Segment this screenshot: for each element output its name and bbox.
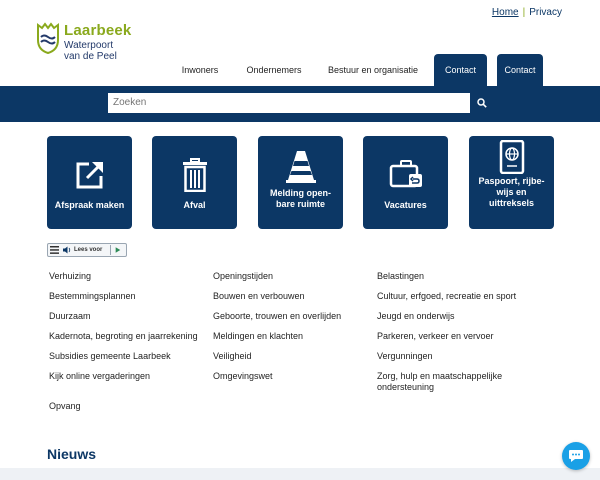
tile-label-line: bare ruimte bbox=[275, 199, 326, 209]
site-header: Laarbeek Waterpoort van de Peel Home | Pri… bbox=[0, 0, 600, 86]
tile-label: Paspoort, rijbe- wijs en uittreksels bbox=[473, 176, 550, 209]
link-zorg[interactable]: Zorg, hulp en maatschappelijke ondersteu… bbox=[377, 371, 502, 393]
link-openingstijden[interactable]: Openingstijden bbox=[213, 271, 273, 282]
play-icon[interactable] bbox=[110, 245, 124, 255]
search-band bbox=[0, 86, 600, 122]
tile-label: Afval bbox=[183, 200, 206, 210]
top-links-separator: | bbox=[522, 7, 526, 18]
main-nav: Inwoners Ondernemers Bestuur en organisa… bbox=[0, 54, 600, 86]
tile-afval[interactable]: Afval bbox=[152, 136, 237, 229]
nav-item-inwoners[interactable]: Inwoners bbox=[168, 54, 232, 86]
tile-label-line: wijs en bbox=[496, 187, 527, 197]
tile-label-line: Paspoort, rijbe- bbox=[478, 176, 545, 186]
link-bestemmingsplannen[interactable]: Bestemmingsplannen bbox=[49, 291, 136, 302]
traffic-cone-icon bbox=[285, 151, 316, 183]
link-opvang[interactable]: Opvang bbox=[49, 401, 81, 412]
tile-vacatures[interactable]: Vacatures bbox=[363, 136, 448, 229]
news-heading: Nieuws bbox=[47, 446, 97, 462]
link-veiligheid[interactable]: Veiligheid bbox=[213, 351, 252, 362]
link-omgevingswet[interactable]: Omgevingswet bbox=[213, 371, 273, 382]
read-aloud-label: Lees voor bbox=[74, 247, 103, 253]
tile-paspoort[interactable]: Paspoort, rijbe- wijs en uittreksels bbox=[469, 136, 554, 229]
tile-label: Melding open- bare ruimte bbox=[262, 188, 339, 210]
logo-name: Laarbeek bbox=[64, 22, 132, 39]
privacy-link[interactable]: Privacy bbox=[529, 7, 562, 18]
tile-melding-openbare-ruimte[interactable]: Melding open- bare ruimte bbox=[258, 136, 343, 229]
link-parkeren[interactable]: Parkeren, verkeer en vervoer bbox=[377, 331, 494, 342]
tile-label-line: uittreksels bbox=[488, 198, 535, 208]
external-link-icon bbox=[76, 161, 103, 189]
search-icon bbox=[477, 98, 487, 108]
link-online-vergaderingen[interactable]: Kijk online vergaderingen bbox=[49, 371, 150, 382]
nav-item-contact[interactable]: Contact bbox=[434, 54, 487, 86]
tile-label-line: Melding open- bbox=[270, 188, 331, 198]
link-zorg-line1: Zorg, hulp en maatschappelijke bbox=[377, 371, 503, 381]
link-bouwen[interactable]: Bouwen en verbouwen bbox=[213, 291, 305, 302]
nav-item-contact-secondary[interactable]: Contact bbox=[497, 54, 543, 86]
trash-can-icon bbox=[182, 158, 207, 192]
link-vergunningen[interactable]: Vergunningen bbox=[377, 351, 433, 362]
search-input[interactable] bbox=[108, 93, 470, 113]
shield-logo-icon bbox=[37, 22, 59, 54]
link-zorg-line2: ondersteuning bbox=[377, 382, 435, 392]
home-link[interactable]: Home bbox=[492, 7, 519, 18]
menu-icon[interactable] bbox=[50, 246, 59, 254]
passport-icon bbox=[499, 140, 524, 174]
briefcase-icon bbox=[389, 160, 422, 188]
nav-item-bestuur[interactable]: Bestuur en organisatie bbox=[318, 54, 428, 86]
search-button[interactable] bbox=[472, 93, 492, 113]
news-section-background bbox=[0, 468, 600, 480]
tile-afspraak-maken[interactable]: Afspraak maken bbox=[47, 136, 132, 229]
nav-item-ondernemers[interactable]: Ondernemers bbox=[238, 54, 310, 86]
link-jeugd[interactable]: Jeugd en onderwijs bbox=[377, 311, 455, 322]
top-links: Home | Privacy bbox=[492, 7, 562, 18]
link-meldingen[interactable]: Meldingen en klachten bbox=[213, 331, 303, 342]
link-geboorte[interactable]: Geboorte, trouwen en overlijden bbox=[213, 311, 341, 322]
logo-subtitle-line1: Waterpoort bbox=[64, 40, 114, 51]
link-belastingen[interactable]: Belastingen bbox=[377, 271, 424, 282]
link-subsidies[interactable]: Subsidies gemeente Laarbeek bbox=[49, 351, 171, 362]
speaker-icon bbox=[63, 246, 71, 254]
link-duurzaam[interactable]: Duurzaam bbox=[49, 311, 91, 322]
chat-bubble-icon bbox=[569, 450, 583, 462]
read-aloud-widget[interactable]: Lees voor bbox=[47, 243, 127, 257]
tile-label: Afspraak maken bbox=[54, 200, 125, 210]
link-cultuur[interactable]: Cultuur, erfgoed, recreatie en sport bbox=[377, 291, 516, 302]
page: Laarbeek Waterpoort van de Peel Home | Pri… bbox=[0, 0, 600, 480]
tile-label: Vacatures bbox=[384, 200, 427, 210]
chat-button[interactable] bbox=[562, 442, 590, 470]
link-kadernota[interactable]: Kadernota, begroting en jaarrekening bbox=[49, 331, 198, 342]
link-verhuizing[interactable]: Verhuizing bbox=[49, 271, 91, 282]
